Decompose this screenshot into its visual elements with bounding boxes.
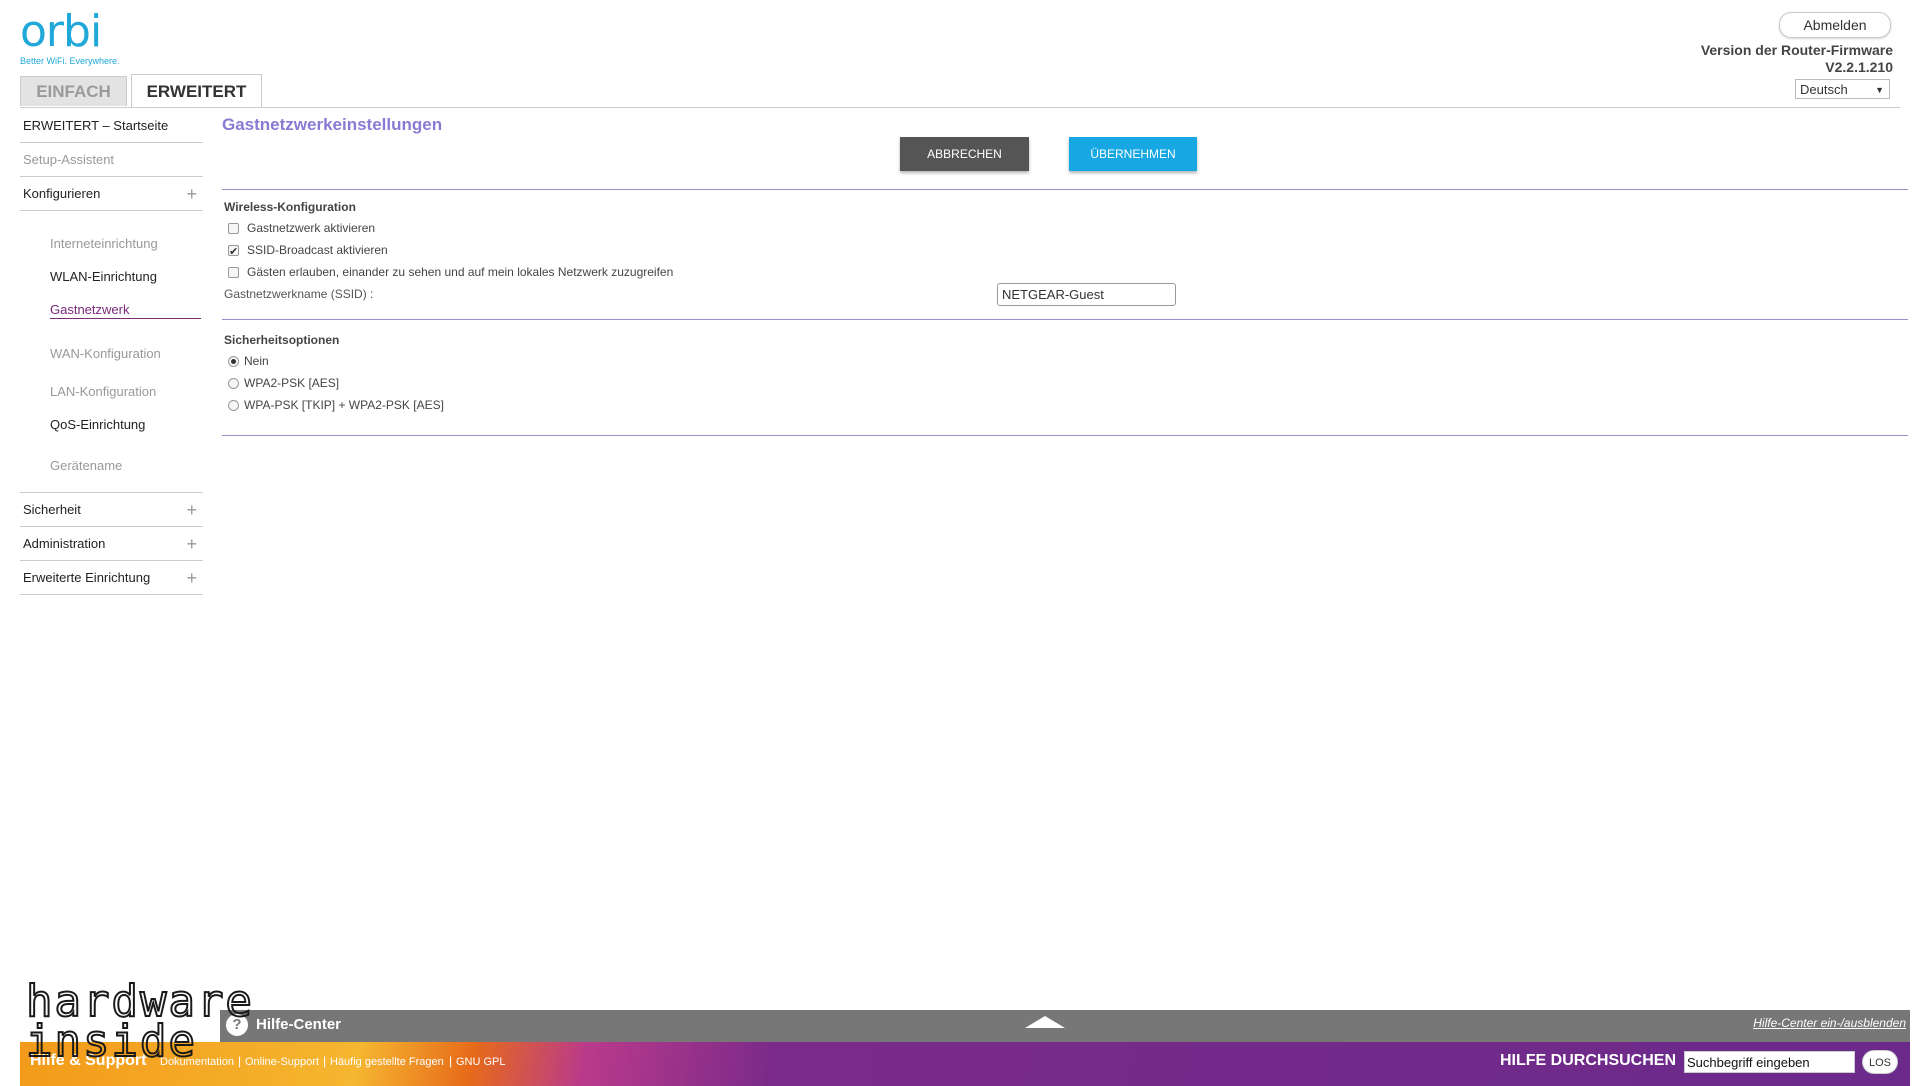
sidebar-item-configure[interactable]: Konfigurieren + xyxy=(20,177,203,211)
firmware-label: Version der Router-Firmware xyxy=(1700,42,1893,58)
security-wpa-mixed-radio[interactable] xyxy=(228,400,239,411)
allow-guests-option[interactable]: Gästen erlauben, einander zu sehen und a… xyxy=(228,263,673,281)
ssid-broadcast-label: SSID-Broadcast aktivieren xyxy=(247,243,388,257)
orbi-logo: orbi Better WiFi. Everywhere. xyxy=(20,10,140,70)
apply-button[interactable]: ÜBERNEHMEN xyxy=(1069,137,1197,171)
plus-icon: + xyxy=(186,534,197,554)
sidebar-item-label: Erweiterte Einrichtung xyxy=(23,570,151,585)
active-underline xyxy=(50,318,201,319)
logo-tagline: Better WiFi. Everywhere. xyxy=(20,56,120,66)
hardware-inside-watermark: hardware inside xyxy=(26,978,253,1060)
security-option-label: WPA2-PSK [AES] xyxy=(244,376,340,390)
sidebar-item-label: Gastnetzwerk xyxy=(50,302,130,317)
plus-icon: + xyxy=(186,500,197,520)
language-select[interactable]: Deutsch ▼ xyxy=(1795,79,1890,99)
help-search-button[interactable]: LOS xyxy=(1862,1050,1898,1074)
sidebar-item-label: Konfigurieren xyxy=(23,186,101,201)
sidebar-subitem-wlan[interactable]: WLAN-Einrichtung xyxy=(20,260,203,293)
sidebar-item-advanced-setup[interactable]: Erweiterte Einrichtung + xyxy=(20,561,203,595)
firmware-version: V2.2.1.210 xyxy=(1825,59,1893,75)
tab-advanced[interactable]: ERWEITERT xyxy=(131,74,262,108)
page-title: Gastnetzwerkeinstellungen xyxy=(222,115,443,134)
help-center-bar xyxy=(220,1010,1910,1042)
enable-guest-checkbox[interactable] xyxy=(228,223,239,234)
sidebar-subitem-internet[interactable]: Interneteinrichtung xyxy=(20,227,203,260)
enable-guest-network-option[interactable]: Gastnetzwerk aktivieren xyxy=(228,219,375,237)
security-option-wpa-mixed[interactable]: WPA-PSK [TKIP] + WPA2-PSK [AES] xyxy=(228,396,444,414)
plus-icon: + xyxy=(186,184,197,204)
ssid-broadcast-option[interactable]: SSID-Broadcast aktivieren xyxy=(228,241,388,261)
sidebar-item-label: Administration xyxy=(23,536,106,551)
help-search-label: HILFE DURCHSUCHEN xyxy=(1500,1052,1676,1069)
expand-arrow-icon[interactable] xyxy=(1025,1016,1065,1028)
sidebar-item-security[interactable]: Sicherheit + xyxy=(20,493,203,527)
section-divider xyxy=(222,319,1908,320)
sidebar-item-setup-wizard[interactable]: Setup-Assistent xyxy=(20,143,203,177)
sidebar-subitem-device-name[interactable]: Gerätename xyxy=(20,449,203,482)
sidebar-item-home[interactable]: ERWEITERT – Startseite xyxy=(20,109,203,143)
sidebar-subitem-wan[interactable]: WAN-Konfiguration xyxy=(20,337,203,370)
chevron-down-icon: ▼ xyxy=(1875,85,1884,95)
footer-link-gnu-gpl[interactable]: GNU GPL xyxy=(456,1056,506,1068)
footer-separator: | xyxy=(449,1054,453,1068)
sidebar-subitem-lan[interactable]: LAN-Konfiguration xyxy=(20,375,203,408)
sidebar-subitem-guest-network[interactable]: Gastnetzwerk xyxy=(20,293,203,326)
security-option-wpa2[interactable]: WPA2-PSK [AES] xyxy=(228,374,339,392)
ssid-label: Gastnetzwerkname (SSID) : xyxy=(224,287,374,301)
sidebar-subitem-qos[interactable]: QoS-Einrichtung xyxy=(20,408,203,441)
security-wpa2-radio[interactable] xyxy=(228,378,239,389)
security-option-label: Nein xyxy=(244,354,269,368)
ssid-broadcast-checkbox[interactable] xyxy=(228,243,239,261)
tab-divider xyxy=(20,107,1900,108)
security-option-none[interactable]: Nein xyxy=(228,352,269,370)
sidebar-item-administration[interactable]: Administration + xyxy=(20,527,203,561)
enable-guest-label: Gastnetzwerk aktivieren xyxy=(247,221,376,235)
plus-icon: + xyxy=(186,568,197,588)
allow-guests-label: Gästen erlauben, einander zu sehen und a… xyxy=(247,265,674,279)
language-value: Deutsch xyxy=(1800,82,1848,97)
security-option-label: WPA-PSK [TKIP] + WPA2-PSK [AES] xyxy=(244,398,444,412)
help-search-input[interactable] xyxy=(1684,1051,1855,1073)
section-divider xyxy=(222,435,1908,436)
section-divider xyxy=(222,189,1908,190)
tab-basic[interactable]: EINFACH xyxy=(20,76,127,106)
cancel-button[interactable]: ABBRECHEN xyxy=(900,137,1029,171)
security-none-radio[interactable] xyxy=(228,356,239,367)
logo-wordmark: orbi xyxy=(20,6,102,57)
help-center-toggle-link[interactable]: Hilfe-Center ein-/ausblenden xyxy=(1753,1016,1906,1030)
logout-button[interactable]: Abmelden xyxy=(1779,12,1891,38)
ssid-input[interactable] xyxy=(997,283,1176,306)
sidebar-item-label: Sicherheit xyxy=(23,502,81,517)
watermark-text: inside xyxy=(26,1016,197,1060)
allow-guests-checkbox[interactable] xyxy=(228,267,239,278)
security-options-heading: Sicherheitsoptionen xyxy=(224,333,340,347)
wireless-config-heading: Wireless-Konfiguration xyxy=(224,200,356,214)
